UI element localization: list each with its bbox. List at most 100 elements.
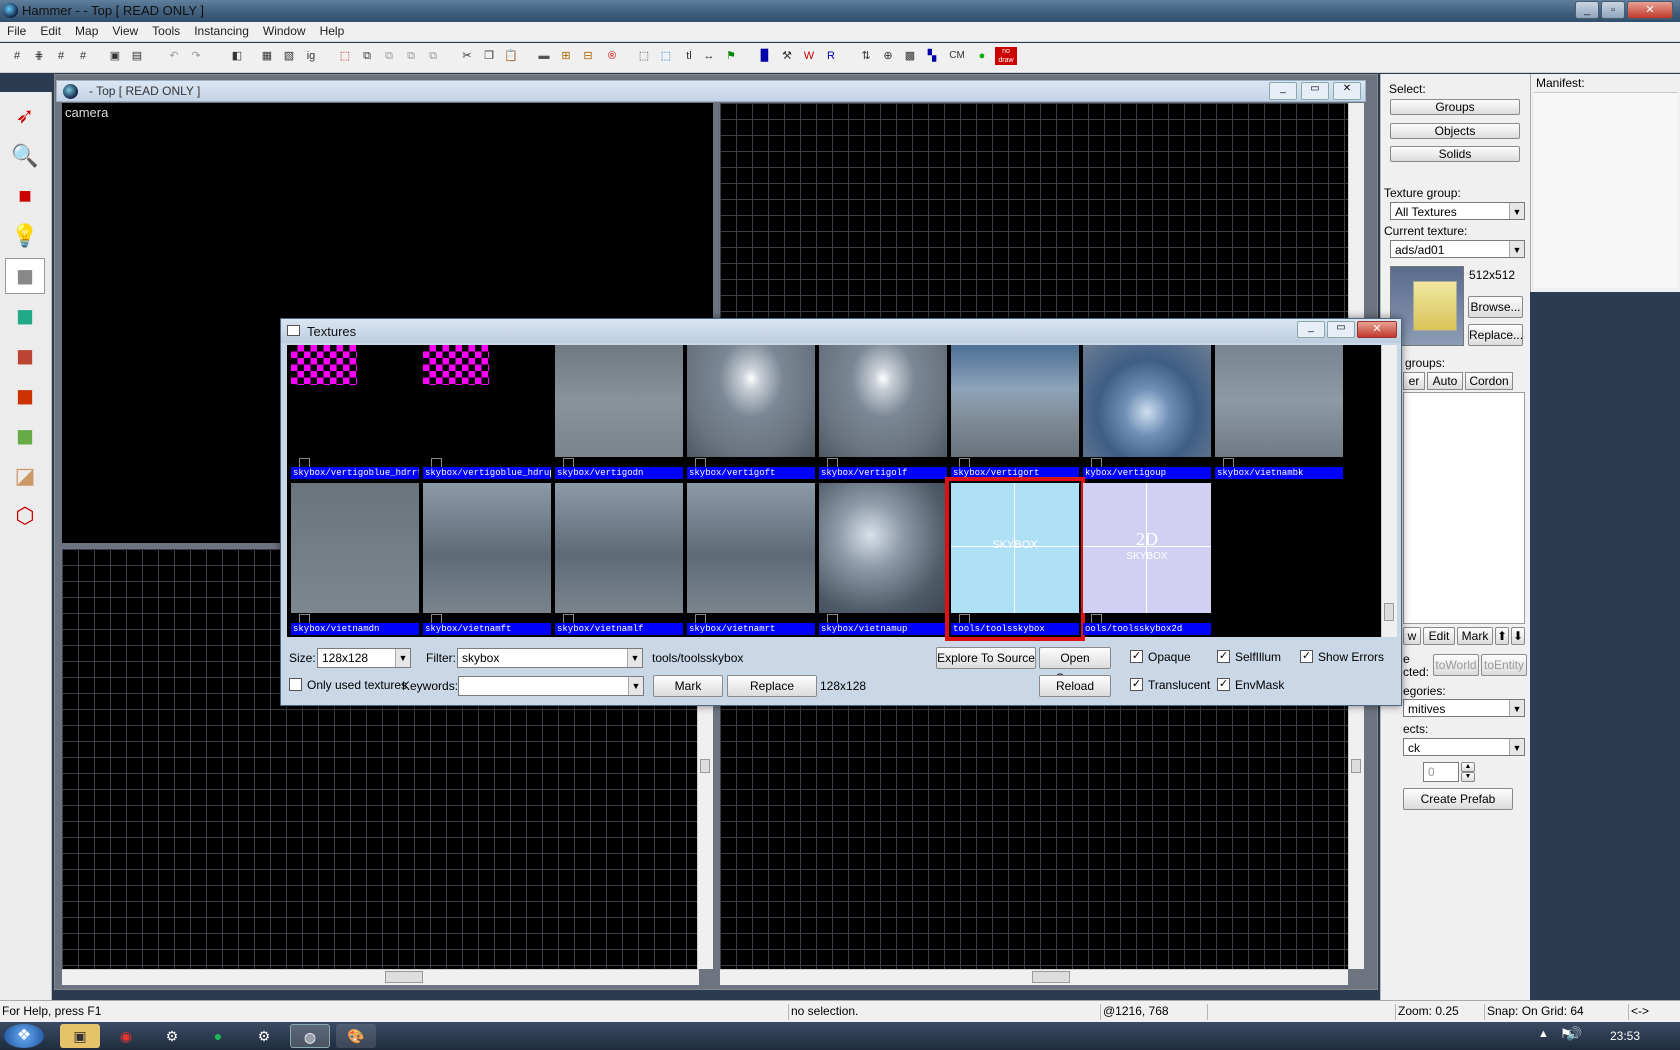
displacement-icon[interactable]: ▩ [901, 47, 919, 65]
br-scrollbar-thumb[interactable] [1351, 759, 1361, 773]
cm-button[interactable]: CM [944, 47, 970, 65]
copy2-icon[interactable]: ❐ [480, 47, 498, 65]
camera-tool-icon[interactable]: ■ [5, 178, 45, 214]
texture-browser-grid[interactable]: skybox/vertigoblue_hdrrt skybox/vertigobl… [287, 345, 1397, 641]
paste-special-icon[interactable]: ⧉ [402, 47, 420, 65]
toworld-button[interactable]: toWorld [1433, 654, 1479, 676]
grid-larger-icon[interactable]: # [74, 47, 92, 65]
dialog-minimize-button[interactable]: _ [1297, 321, 1325, 338]
reload-button[interactable]: Reload [1039, 675, 1111, 697]
texture-checkbox[interactable] [431, 458, 442, 467]
show-errors-checkbox[interactable]: ✓ [1300, 650, 1313, 663]
texture-checkbox[interactable] [959, 458, 970, 467]
unhide-icon[interactable]: ⊟ [579, 47, 597, 65]
replace-texture-button[interactable]: Replace... [1468, 324, 1523, 346]
volume-icon[interactable]: 🔊 [1566, 1026, 1582, 1042]
magnify-tool-icon[interactable]: 🔍 [5, 138, 45, 174]
solids-button[interactable]: Solids [1390, 146, 1520, 162]
explorer-icon[interactable]: ▣ [60, 1024, 100, 1048]
envmask-checkbox[interactable]: ✓ [1217, 678, 1230, 691]
spin-up-icon[interactable]: ▲ [1461, 762, 1475, 772]
tie-icon[interactable]: ▧ [280, 47, 298, 65]
apply-texture-tool-icon[interactable]: ◼ [5, 338, 45, 374]
hammer-task-icon[interactable]: ◍ [290, 1024, 330, 1048]
flag-icon[interactable]: ⚑ [722, 47, 740, 65]
menu-instancing[interactable]: Instancing [187, 22, 256, 40]
child-maximize-button[interactable]: ▭ [1301, 82, 1329, 100]
texture-tile[interactable]: kybox/vertigoup [1083, 345, 1211, 479]
clip-tool-icon[interactable]: ◪ [5, 458, 45, 494]
texture-checkbox[interactable] [695, 458, 706, 467]
copy-icon[interactable]: ⧉ [358, 47, 376, 65]
texture-grid-scroll-thumb[interactable] [1384, 603, 1394, 621]
flip-icon[interactable]: ⧉ [424, 47, 442, 65]
dialog-maximize-button[interactable]: ▭ [1327, 321, 1355, 338]
opera-icon[interactable]: ◉ [106, 1024, 146, 1048]
grid-icon[interactable]: # [8, 47, 26, 65]
menu-help[interactable]: Help [313, 22, 352, 40]
texture-checkbox[interactable] [827, 614, 838, 623]
menu-tools[interactable]: Tools [145, 22, 187, 40]
create-prefab-button[interactable]: Create Prefab [1403, 788, 1513, 810]
texture-tile[interactable]: skybox/vietnamrt [687, 483, 815, 635]
texture-tile[interactable]: SKYBOX tools/toolsskybox [945, 477, 1085, 641]
hide-icon[interactable]: ⊞ [557, 47, 575, 65]
group-icon[interactable]: ▣ [106, 47, 124, 65]
translucent-checkbox[interactable]: ✓ [1130, 678, 1143, 691]
texture-checkbox[interactable] [563, 614, 574, 623]
texture-checkbox[interactable] [299, 458, 310, 467]
grid-toggle-icon[interactable]: ⋕ [30, 47, 48, 65]
toggle-models-icon[interactable]: W [800, 47, 818, 65]
tray-arrow-icon[interactable]: ▲ [1538, 1028, 1549, 1040]
carve-icon[interactable]: ◧ [228, 47, 246, 65]
dialog-close-button[interactable]: ✕ [1357, 321, 1397, 338]
tab-user[interactable]: er [1403, 372, 1425, 390]
paint-icon[interactable]: 🎨 [336, 1024, 376, 1048]
current-texture-select[interactable]: ads/ad01 ▼ [1390, 240, 1525, 258]
faces-spinner[interactable]: 0 [1423, 762, 1459, 782]
spin-down-icon[interactable]: ▼ [1461, 772, 1475, 782]
minimize-button[interactable]: _ [1575, 1, 1599, 19]
toentity-button[interactable]: toEntity [1481, 654, 1527, 676]
close-button[interactable]: ✕ [1627, 1, 1673, 19]
new-visgroup-button[interactable]: w [1403, 627, 1421, 645]
ig-icon[interactable]: ig [302, 47, 320, 65]
toggle-lights-icon[interactable]: ⇅ [857, 47, 875, 65]
menu-edit[interactable]: Edit [33, 22, 68, 40]
menu-map[interactable]: Map [68, 22, 105, 40]
texture-checkbox[interactable] [1091, 458, 1102, 467]
texture-checkbox[interactable] [1223, 458, 1234, 467]
texture-tile[interactable]: skybox/vertigort [951, 345, 1079, 479]
target-icon[interactable]: ⊕ [879, 47, 897, 65]
texture-group-select[interactable]: All Textures ▼ [1390, 202, 1525, 220]
explore-to-source-button[interactable]: Explore To Source [936, 647, 1036, 669]
texture-tile[interactable]: skybox/vietnambk [1215, 345, 1343, 479]
open-source-button[interactable]: Open Source [1039, 647, 1111, 685]
mark-visgroup-button[interactable]: Mark [1457, 627, 1493, 645]
helpers-icon[interactable]: ▚ [923, 47, 941, 65]
br-hscroll-thumb[interactable] [1032, 971, 1070, 983]
replace-button[interactable]: Replace [727, 675, 817, 697]
nodraw-button[interactable]: no draw [995, 47, 1017, 65]
decal-tool-icon[interactable]: ◼ [5, 378, 45, 414]
texture-checkbox[interactable] [563, 458, 574, 467]
texture-grid-scrollbar[interactable] [1381, 345, 1397, 637]
spotify-icon[interactable]: ● [198, 1024, 238, 1048]
child-minimize-button[interactable]: _ [1269, 82, 1297, 100]
size-select[interactable]: 128x128 ▼ [317, 648, 411, 668]
texture-checkbox[interactable] [695, 614, 706, 623]
menu-file[interactable]: File [0, 22, 33, 40]
cut-icon[interactable]: ✂ [458, 47, 476, 65]
arrow-down-icon[interactable]: ⬇ [1511, 627, 1525, 645]
only-used-checkbox[interactable] [289, 678, 302, 691]
opaque-checkbox[interactable]: ✓ [1130, 650, 1143, 663]
maximize-button[interactable]: ▫ [1601, 1, 1625, 19]
texture-tile[interactable]: skybox/vertigolf [819, 345, 947, 479]
hollow-icon[interactable]: ▦ [258, 47, 276, 65]
filter-input[interactable]: skybox ▼ [457, 648, 643, 668]
ungroup-icon[interactable]: ▤ [128, 47, 146, 65]
mark-button[interactable]: Mark [653, 675, 723, 697]
visgroups-list[interactable] [1403, 392, 1525, 624]
paste-icon[interactable]: ⧉ [380, 47, 398, 65]
start-button-icon[interactable]: ❖ [4, 1024, 44, 1048]
